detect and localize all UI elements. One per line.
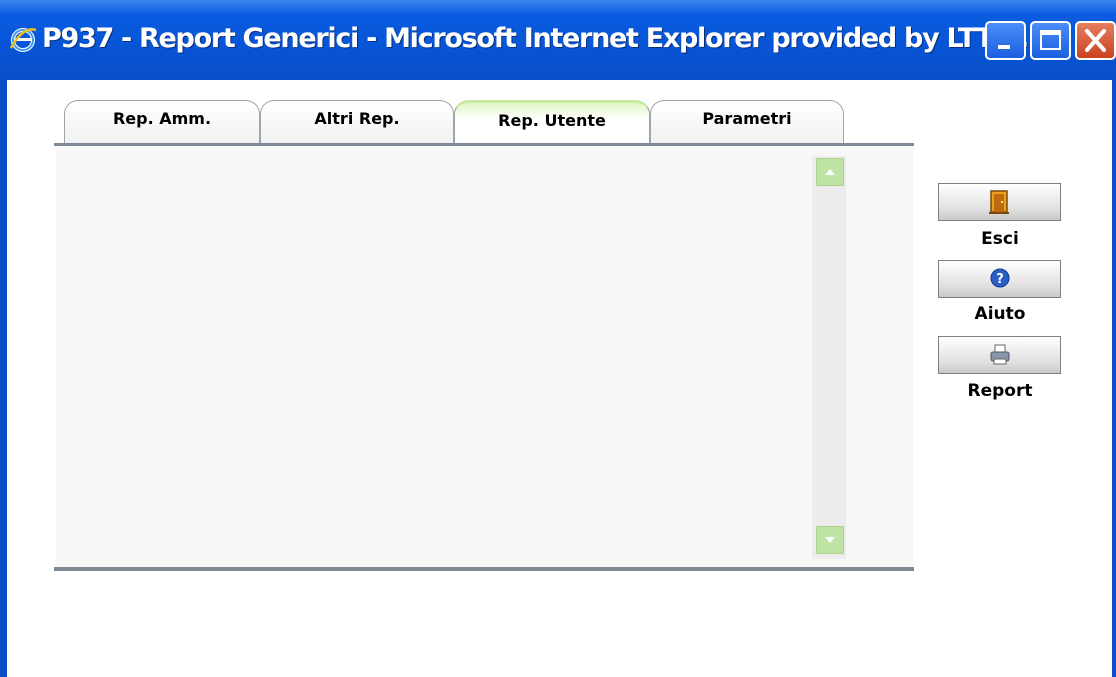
arrow-down-icon xyxy=(825,537,835,543)
svg-text:?: ? xyxy=(996,272,1004,287)
window-frame-left xyxy=(0,80,7,677)
window-frame-right xyxy=(1112,80,1116,677)
report-button[interactable] xyxy=(938,336,1061,374)
arrow-up-icon xyxy=(825,169,835,175)
exit-door-icon xyxy=(989,190,1009,214)
window-title: P937 - Report Generici - Microsoft Inter… xyxy=(42,23,1056,54)
report-list-panel[interactable] xyxy=(56,146,913,568)
maximize-button[interactable] xyxy=(1030,21,1071,60)
help-button[interactable]: ? xyxy=(938,260,1061,298)
browser-window: P937 - Report Generici - Microsoft Inter… xyxy=(0,0,1116,677)
minimize-icon xyxy=(998,45,1010,49)
scroll-up-button[interactable] xyxy=(816,158,844,186)
tab-parametri[interactable]: Parametri xyxy=(650,100,844,144)
ie-icon xyxy=(9,28,37,52)
help-icon: ? xyxy=(990,268,1010,288)
maximize-icon xyxy=(1040,30,1061,50)
exit-button[interactable] xyxy=(938,183,1061,221)
exit-label: Esci xyxy=(981,229,1019,249)
tab-altri-rep[interactable]: Altri Rep. xyxy=(260,100,454,144)
title-bar[interactable]: P937 - Report Generici - Microsoft Inter… xyxy=(0,0,1116,80)
report-label: Report xyxy=(967,381,1033,401)
close-button[interactable] xyxy=(1075,21,1116,60)
scroll-down-button[interactable] xyxy=(816,526,844,554)
tab-rep-amm[interactable]: Rep. Amm. xyxy=(64,100,260,144)
help-label: Aiuto xyxy=(974,304,1026,324)
panel-bottom-border xyxy=(54,567,914,571)
minimize-button[interactable] xyxy=(985,21,1026,60)
tab-rep-utente[interactable]: Rep. Utente xyxy=(454,100,650,144)
scrollbar-track[interactable] xyxy=(812,156,846,559)
printer-icon xyxy=(990,344,1010,365)
close-icon xyxy=(1085,29,1106,52)
